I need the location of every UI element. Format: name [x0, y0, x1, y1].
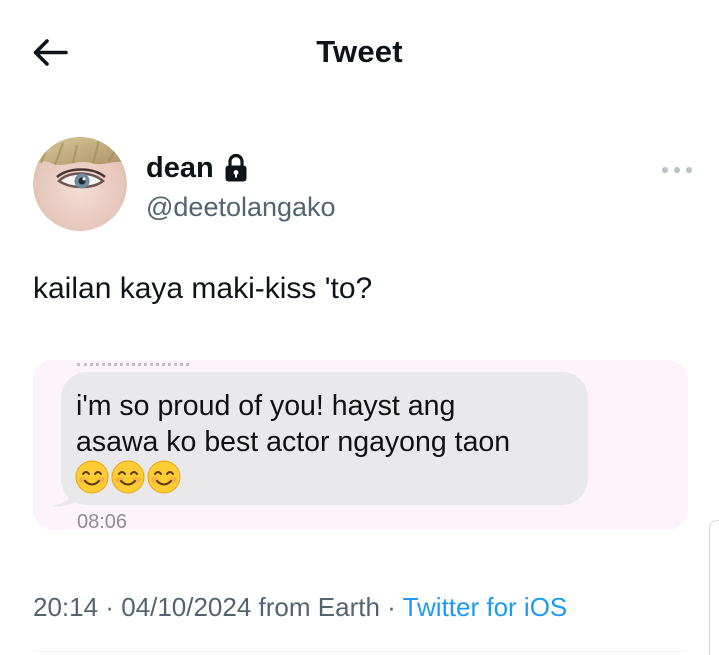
- header-bar: Tweet: [0, 0, 719, 108]
- page-title: Tweet: [316, 34, 403, 69]
- message-timestamp: 08:06: [77, 511, 128, 530]
- display-name[interactable]: dean: [146, 152, 214, 185]
- smiling-face-icon: [75, 460, 109, 494]
- message-line: i'm so proud of you! hayst ang: [76, 390, 456, 422]
- scrollbar-edge: [709, 520, 719, 655]
- author-name-row: dean: [146, 150, 248, 186]
- tweet-location: from Earth: [251, 592, 380, 622]
- avatar-image: [33, 137, 127, 231]
- tweet-text: kailan kaya maki-kiss 'to?: [33, 272, 373, 305]
- tweet-meta: 20:14 · 04/10/2024 from Earth · Twitter …: [33, 592, 567, 623]
- smiling-face-icon: [111, 460, 145, 494]
- tweet-time[interactable]: 20:14: [33, 592, 98, 622]
- source-link[interactable]: Twitter for iOS: [403, 592, 568, 622]
- lock-icon: [225, 153, 247, 182]
- avatar[interactable]: [33, 137, 127, 231]
- cropped-edge: [77, 360, 189, 366]
- meta-separator: ·: [98, 592, 122, 622]
- tweet-date[interactable]: 04/10/2024: [121, 592, 251, 622]
- tweet-media-image[interactable]: i'm so proud of you! hayst ang asawa ko …: [33, 360, 688, 530]
- emoji-row: [75, 460, 181, 494]
- user-handle[interactable]: @deetolangako: [146, 192, 336, 223]
- more-dots-icon: [662, 167, 692, 173]
- divider: [33, 651, 686, 652]
- message-text: i'm so proud of you! hayst ang asawa ko …: [76, 388, 581, 460]
- meta-separator: ·: [379, 592, 403, 622]
- message-line: asawa ko best actor ngayong taon: [76, 426, 511, 458]
- message-bubble: i'm so proud of you! hayst ang asawa ko …: [61, 372, 588, 505]
- more-options-button[interactable]: [660, 160, 694, 180]
- smiling-face-icon: [147, 460, 181, 494]
